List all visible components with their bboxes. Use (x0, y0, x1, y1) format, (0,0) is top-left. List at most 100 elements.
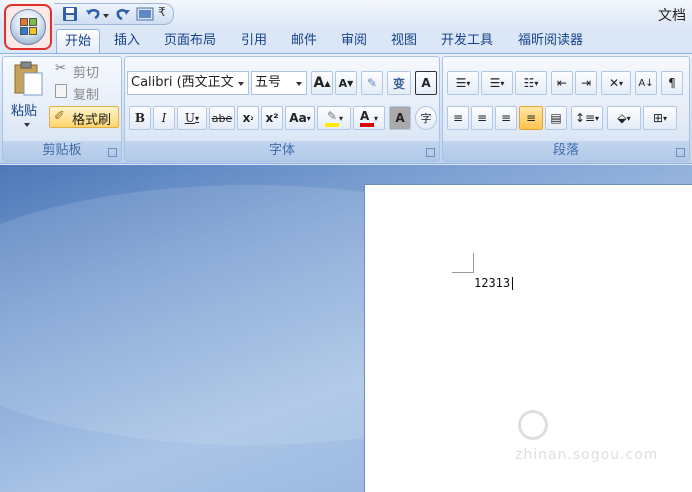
clipboard-group-label: 剪贴板 (3, 141, 121, 161)
align-left-button[interactable]: ≡ (447, 106, 469, 130)
margin-corner-mark (452, 253, 474, 273)
shrink-font-button[interactable]: A ▼ (335, 71, 357, 95)
scissors-icon: ✂ (55, 61, 66, 76)
highlighter-icon: ✎ (324, 109, 339, 127)
font-name-value: Calibri (西文正文 (131, 75, 234, 90)
tab-developer[interactable]: 开发工具 (441, 29, 493, 53)
save-icon[interactable] (62, 6, 80, 23)
document-text[interactable]: 12313 (474, 276, 510, 290)
superscript-button[interactable]: x² (261, 106, 283, 130)
align-left-icon: ≡ (452, 111, 464, 125)
sogou-logo-icon (518, 410, 548, 440)
chinese-layout-button[interactable]: ✕ ▾ (601, 71, 631, 95)
numbering-button[interactable]: ☰ ▾ (481, 71, 513, 95)
undo-dropdown-icon[interactable] (102, 6, 110, 23)
document-title: 文档 (658, 8, 686, 24)
title-bar: ₹ 文档 (0, 0, 692, 28)
strikethrough-button[interactable]: abe (209, 106, 235, 130)
pilcrow-icon: ¶ (668, 76, 676, 90)
phonetic-guide-button[interactable]: 变 (387, 71, 411, 95)
clipboard-launcher-icon[interactable] (108, 148, 117, 157)
character-shading-button[interactable]: A (389, 106, 411, 130)
char-shading-icon: A (395, 111, 405, 125)
increase-indent-button[interactable]: ⇥ (575, 71, 597, 95)
clear-format-button[interactable]: ✎ (361, 71, 383, 95)
justify-button[interactable]: ≡ (519, 106, 543, 130)
italic-button[interactable]: I (153, 106, 175, 130)
tab-page-layout[interactable]: 页面布局 (164, 29, 216, 53)
tab-insert[interactable]: 插入 (114, 29, 140, 53)
tab-review[interactable]: 审阅 (341, 29, 367, 53)
justify-icon: ≡ (525, 111, 537, 125)
chinese-layout-icon: ✕ (608, 76, 620, 90)
font-group-label: 字体 (125, 141, 439, 161)
enclose-characters-button[interactable]: 字 (415, 106, 437, 130)
font-name-select[interactable]: Calibri (西文正文 (127, 71, 249, 95)
enclose-icon: 字 (420, 112, 432, 125)
office-button[interactable] (4, 4, 52, 50)
redo-icon[interactable] (114, 6, 132, 23)
chevron-down-icon (238, 82, 244, 86)
subscript-button[interactable]: x₂ (237, 106, 259, 130)
char-border-icon: A (421, 76, 431, 90)
highlight-button[interactable]: ✎ ▾ (317, 106, 351, 130)
align-center-icon: ≡ (476, 111, 488, 125)
tab-mailings[interactable]: 邮件 (291, 29, 317, 53)
quick-access-toolbar: ₹ (54, 3, 174, 25)
paste-button[interactable]: 粘贴 (7, 60, 47, 136)
change-case-button[interactable]: Aa ▾ (285, 106, 315, 130)
borders-button[interactable]: ⊞ ▾ (643, 106, 677, 130)
tab-view[interactable]: 视图 (391, 29, 417, 53)
print-preview-icon[interactable] (136, 6, 154, 23)
phonetic-icon: 变 (392, 76, 405, 91)
align-right-icon: ≡ (500, 111, 512, 125)
distributed-icon: ▤ (550, 111, 562, 125)
align-right-button[interactable]: ≡ (495, 106, 517, 130)
font-color-button[interactable]: A ▾ (353, 106, 385, 130)
distributed-button[interactable]: ▤ (545, 106, 567, 130)
eraser-icon: ✎ (366, 76, 378, 90)
sort-button[interactable]: A↓ (635, 71, 657, 95)
change-case-icon: Aa (289, 111, 307, 125)
cut-label: 剪切 (73, 66, 100, 81)
office-orb (10, 9, 46, 45)
underline-button[interactable]: U ▾ (177, 106, 207, 130)
font-size-select[interactable]: 五号 (251, 71, 307, 95)
document-page[interactable]: 12313 搜狗指南 zhinan.sogou.com (364, 184, 692, 492)
customize-qat-icon[interactable]: ₹ (158, 5, 170, 22)
tab-references[interactable]: 引用 (241, 29, 267, 53)
format-painter-button[interactable]: ✐ 格式刷 (49, 106, 119, 128)
cut-button[interactable]: ✂ 剪切 (53, 61, 119, 81)
font-color-icon: A (359, 109, 374, 127)
grow-font-button[interactable]: A ▲ (311, 71, 333, 95)
line-spacing-button[interactable]: ↕≡ ▾ (571, 106, 603, 130)
subscript-icon: x (242, 111, 251, 125)
shading-button[interactable]: ⬙ ▾ (607, 106, 641, 130)
paragraph-launcher-icon[interactable] (676, 148, 685, 157)
bullets-button[interactable]: ☰ ▾ (447, 71, 479, 95)
shrink-font-icon: A (338, 76, 348, 90)
indent-icon: ⇥ (580, 76, 592, 90)
tab-home[interactable]: 开始 (56, 29, 101, 53)
paste-label: 粘贴 (11, 104, 38, 119)
text-caret (512, 277, 513, 290)
decrease-indent-button[interactable]: ⇤ (551, 71, 573, 95)
show-marks-button[interactable]: ¶ (661, 71, 683, 95)
font-size-value: 五号 (255, 75, 282, 90)
copy-button[interactable]: 复制 (53, 83, 119, 103)
character-border-button[interactable]: A (415, 71, 437, 95)
bullet-list-icon: ☰ (455, 76, 467, 90)
watermark-url: zhinan.sogou.com (515, 447, 659, 463)
document-workspace: 12313 搜狗指南 zhinan.sogou.com (0, 165, 692, 492)
paste-icon (14, 61, 43, 96)
ribbon: 粘贴 ✂ 剪切 复制 ✐ 格式刷 剪贴板 Calibri (西文正文 五号 A ▲… (0, 53, 692, 164)
multilevel-list-icon: ☷ (523, 76, 535, 90)
tab-foxit-reader[interactable]: 福昕阅读器 (518, 29, 583, 53)
grow-font-icon: A (313, 75, 325, 91)
format-painter-label: 格式刷 (72, 113, 112, 128)
align-center-button[interactable]: ≡ (471, 106, 493, 130)
multilevel-list-button[interactable]: ☷ ▾ (515, 71, 547, 95)
bold-button[interactable]: B (129, 106, 151, 130)
font-launcher-icon[interactable] (426, 148, 435, 157)
undo-icon[interactable] (84, 6, 102, 23)
